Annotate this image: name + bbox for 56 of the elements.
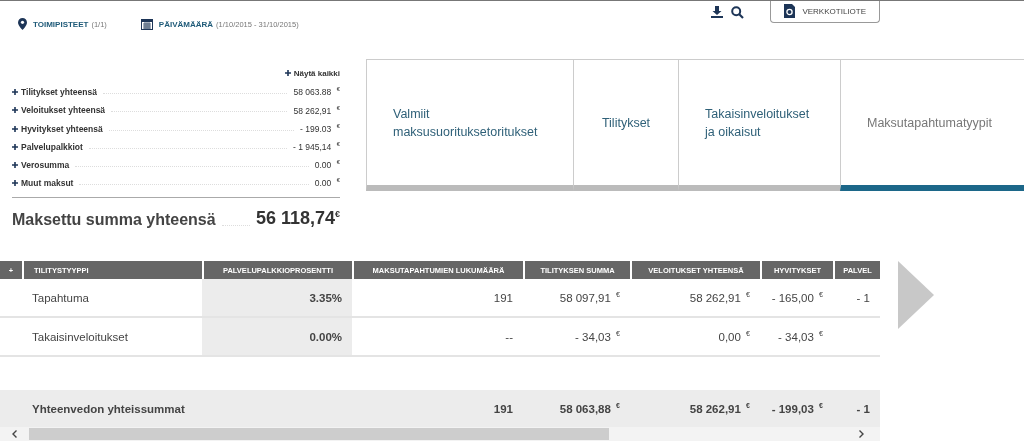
summary-value: 58 063.88 $^{€}$ [293,86,340,98]
location-pin-icon [18,18,27,30]
table-cell: Takaisinveloitukset [32,330,128,343]
total-label: Maksettu summa yhteensä [12,211,216,230]
filter-link[interactable]: TOIMIPISTEET [33,19,89,29]
table-cell: 3.35% [309,291,342,304]
table-cell: 191 [493,402,513,415]
summary-value: 58 262,91 $^{€}$ [293,104,340,116]
plus-icon[interactable] [12,143,18,150]
table-cell: Yhteenvedon yhteissummat [32,402,185,415]
scroll-right-icon[interactable] [859,430,864,438]
summary-label[interactable]: Palvelupalkkiot [21,141,83,152]
filter-link[interactable]: PÄIVÄMÄÄRÄ [158,19,214,29]
table-cell: 58 063,88 $^{€}$ [559,402,620,415]
table-cell: Tapahtuma [32,291,89,304]
summary-value: 0.00 $^{€}$ [314,177,340,189]
plus-icon [284,70,291,76]
table-cell: 58 097,91 $^{€}$ [559,291,620,304]
summary-label[interactable]: Hyvitykset yhteensä [21,123,103,134]
summary-label[interactable]: Veloitukset yhteensä [21,105,106,116]
scroll-left-icon[interactable] [12,430,17,438]
table-cell: - 1 [856,291,870,304]
table-cell: - 34,03 $^{€}$ [575,330,620,343]
tab[interactable]: Takaisinveloitukset ja oikaisut [678,59,840,191]
tab[interactable]: Tilitykset [573,59,678,191]
e-statement-button[interactable]: VERKKOTILIOTE [770,1,880,23]
table-cell: 191 [493,291,513,304]
summary-label[interactable]: Tilitykset yhteensä [21,87,97,98]
plus-icon[interactable] [12,125,18,132]
table-cell: 58 262,91 $^{€}$ [689,291,750,304]
table-cell: - 199,03 $^{€}$ [771,402,823,415]
table-cell: - 34,03 $^{€}$ [778,330,823,343]
calendar-icon [140,18,153,30]
tab[interactable]: Maksutapahtumatyypit [840,59,1024,191]
summary-label[interactable]: Muut maksut [21,178,74,189]
plus-icon[interactable] [12,89,18,96]
search-icon[interactable] [731,6,745,19]
tab[interactable]: Valmiit maksusuorituksetoritukset [366,59,573,191]
summary-value: 0.00 $^{€}$ [314,159,340,170]
horizontal-scrollbar[interactable] [0,427,880,441]
table-cell: - 165,00 $^{€}$ [771,291,823,304]
summary-value: - 199.03 $^{€}$ [300,122,340,134]
summary-label[interactable]: Verosumma [21,159,70,170]
total-value: 56 118,74$^{€}$ [255,208,340,230]
table-cell: - 1 [856,402,870,415]
table-cell: 0,00 $^{€}$ [718,330,750,343]
download-icon[interactable] [711,6,724,18]
summary-value: - 1 945,14 $^{€}$ [293,140,340,152]
plus-icon[interactable] [12,180,18,187]
plus-icon[interactable] [12,161,18,168]
table-cell: 0.00% [309,330,342,343]
table-cell: -- [505,330,513,343]
document-icon [784,4,796,18]
table-cell: 58 262,91 $^{€}$ [689,402,750,415]
plus-icon[interactable] [12,107,18,114]
show-all-link[interactable]: Näytä kaikki [293,68,340,78]
